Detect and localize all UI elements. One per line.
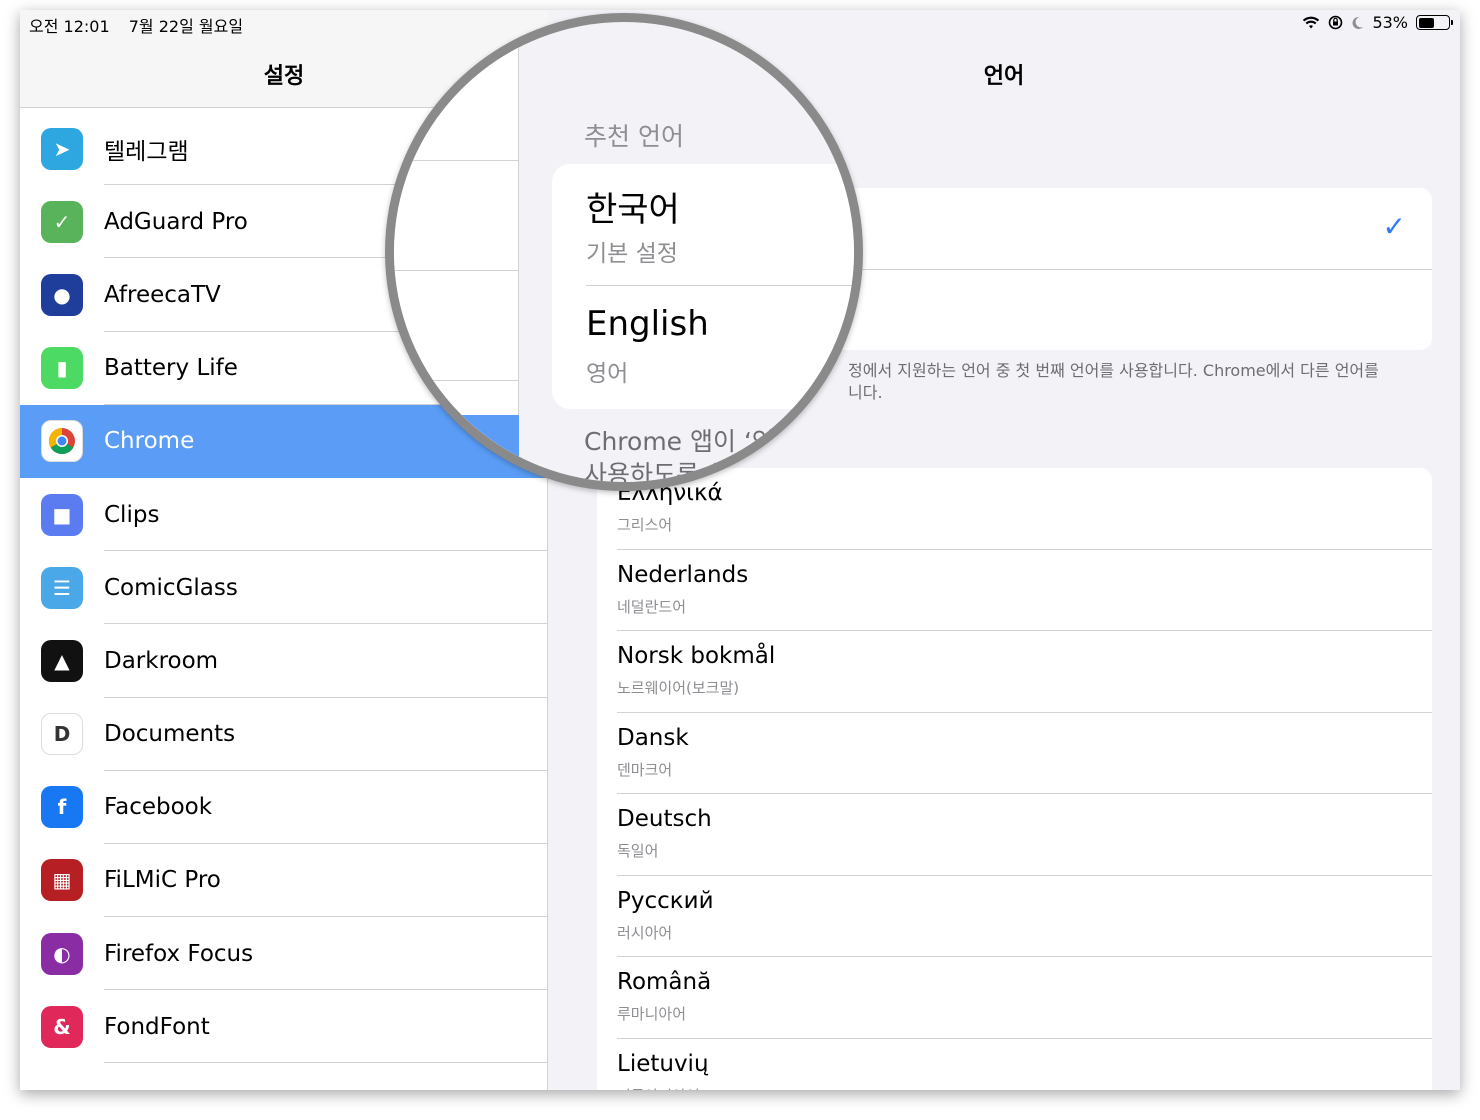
telegram-icon: ➤ [41, 127, 83, 170]
battery-fill [1418, 17, 1434, 28]
language-subtitle: 루마니아어 [617, 1005, 687, 1023]
language-title: Norsk bokmål [617, 643, 776, 669]
language-row[interactable]: Deutsch 독일어 [597, 794, 1432, 876]
sidebar-item-firefox-focus[interactable]: ◐ Firefox Focus [20, 917, 548, 991]
language-subtitle: 러시아어 [617, 923, 673, 942]
magnified-section-label: 추천 언어 [584, 122, 684, 151]
magnified-preferred-card: 한국어 기본 설정 English 영어 [552, 164, 854, 409]
language-row[interactable]: Norsk bokmål 노르웨이어(보크말) [597, 631, 1432, 713]
language-title: Lietuvių [617, 1050, 709, 1077]
language-row[interactable]: Nederlands 네덜란드어 [597, 550, 1432, 631]
language-row[interactable]: Română 루마니아어 [597, 957, 1432, 1039]
sidebar-item-darkroom[interactable]: ▲ Darkroom [20, 624, 548, 698]
language-row[interactable]: Lietuvių 리투아니아어 [597, 1039, 1432, 1091]
status-date: 7월 22일 월요일 [128, 17, 244, 36]
magnified-selection [394, 415, 519, 482]
row-separator [104, 1062, 548, 1064]
language-title: Deutsch [617, 806, 712, 832]
sidebar-item-label: FiLMiC Pro [104, 867, 221, 894]
ipad-screen: 오전 12:01 7월 22일 월요일 53% 설정 ➤ 텔레그램 ✓ AdGu… [20, 10, 1460, 1090]
language-subtitle: 리투아니아어 [617, 1085, 700, 1091]
firefox-focus-icon: ◐ [41, 932, 83, 975]
battery-life-icon: ▮ [41, 347, 83, 390]
documents-icon: D [41, 713, 83, 756]
sidebar-item-label: Chrome [104, 428, 195, 455]
language-subtitle: 네덜란드어 [617, 597, 687, 616]
language-subtitle: 덴마크어 [617, 760, 673, 779]
sidebar-item-label: Documents [104, 721, 236, 748]
darkroom-icon: ▲ [41, 639, 83, 682]
sidebar-item-label: Facebook [104, 794, 213, 821]
magnified-sidebar [394, 22, 519, 482]
language-title: Nederlands [617, 561, 749, 588]
other-label-line-1: Chrome 앱이 ‘언 [584, 427, 775, 456]
sidebar-item-label: AdGuard Pro [104, 208, 248, 235]
sidebar-item-documents[interactable]: D Documents [20, 698, 548, 771]
moon-icon [1352, 16, 1364, 29]
language-row[interactable]: Русский 러시아어 [597, 876, 1432, 957]
status-time: 오전 12:01 [29, 17, 110, 36]
wifi-icon [1303, 16, 1320, 28]
orientation-lock-icon [1329, 15, 1343, 30]
sidebar-item-clips[interactable]: ■ Clips [20, 478, 548, 552]
sidebar-item-label: Battery Life [104, 355, 238, 382]
fondfont-icon: & [41, 1005, 83, 1048]
chrome-icon [41, 420, 83, 463]
clips-icon: ■ [41, 493, 83, 536]
language-title: Русский [617, 887, 714, 914]
other-languages-card: Ελληνικά 그리스어 Nederlands 네덜란드어 Norsk bokmål 노… [597, 468, 1432, 1090]
sidebar-item-filmic-pro[interactable]: ▦ FiLMiC Pro [20, 844, 548, 918]
filmic-pro-icon: ▦ [41, 859, 83, 902]
magnified-language-title: English [586, 304, 709, 344]
language-subtitle: 노르웨이어(보크말) [617, 679, 740, 697]
magnified-other-label: Chrome 앱이 ‘언 사용하도록 설 [584, 425, 775, 482]
language-subtitle: 독일어 [617, 842, 659, 860]
comicglass-icon: ☰ [41, 566, 83, 609]
language-subtitle: 그리스어 [617, 516, 673, 534]
magnified-language-title: 한국어 [586, 190, 680, 230]
language-row[interactable]: Dansk 덴마크어 [597, 713, 1432, 794]
afreecatv-icon: ● [41, 273, 83, 316]
magnified-separator [586, 285, 854, 286]
sidebar-item-label: Firefox Focus [104, 940, 254, 967]
sidebar-item-comicglass[interactable]: ☰ ComicGlass [20, 551, 548, 625]
magnified-language-subtitle: 영어 [586, 361, 629, 387]
sidebar-item-label: Darkroom [104, 647, 219, 674]
magnifier-loupe: 추천 언어 한국어 기본 설정 English 영어 Chrome 앱이 ‘언 … [385, 13, 863, 491]
sidebar-item-label: Clips [104, 501, 160, 528]
magnified-language-subtitle: 기본 설정 [586, 241, 678, 267]
checkmark-icon: ✓ [1382, 210, 1406, 243]
battery-icon [1416, 15, 1453, 30]
sidebar-item-label: 텔레그램 [104, 138, 189, 165]
sidebar-item-label: FondFont [104, 1013, 210, 1040]
language-title: Română [617, 969, 712, 995]
language-title: Dansk [617, 724, 689, 751]
facebook-icon: f [41, 786, 83, 829]
sidebar-item-label: ComicGlass [104, 574, 238, 601]
adguard-shield-icon: ✓ [41, 200, 83, 243]
sidebar-item-facebook[interactable]: f Facebook [20, 771, 548, 844]
sidebar-item-label: AfreecaTV [104, 281, 221, 308]
battery-percent: 53% [1372, 13, 1408, 32]
sidebar-item-fondfont[interactable]: & FondFont [20, 990, 548, 1064]
